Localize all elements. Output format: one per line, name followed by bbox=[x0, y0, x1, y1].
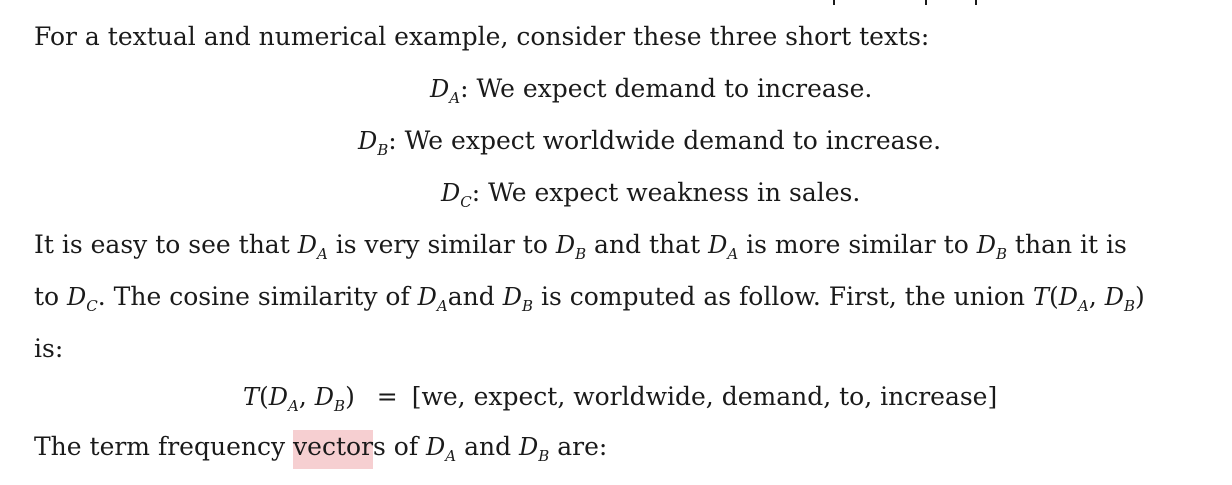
math-d: D bbox=[976, 231, 996, 259]
intro-text: For a textual and numerical example, con… bbox=[34, 22, 930, 51]
para-text: to bbox=[34, 282, 68, 311]
math-sub: A bbox=[288, 397, 299, 415]
para-text: . The cosine similarity of bbox=[97, 282, 418, 311]
para-line-3: is: bbox=[34, 334, 64, 363]
math-sub: B bbox=[538, 447, 550, 465]
math-sub: B bbox=[334, 397, 346, 415]
doc-b-text: : We expect worldwide demand to increase… bbox=[388, 126, 942, 155]
math-sub: B bbox=[521, 297, 533, 315]
math-d: D bbox=[708, 231, 728, 259]
union-equation: T(DA, DB) = [we, expect, worldwide, deman… bbox=[243, 382, 998, 415]
math-d: D bbox=[426, 433, 446, 461]
math-sub: C bbox=[86, 297, 98, 315]
doc-b-subscript: B bbox=[377, 141, 389, 159]
math-sub: B bbox=[1124, 297, 1136, 315]
last-text: The term frequency bbox=[34, 432, 294, 461]
last-text: are: bbox=[549, 432, 608, 461]
para-text: is very similar to bbox=[327, 230, 556, 259]
math-sub: A bbox=[445, 447, 457, 465]
math-d: D bbox=[67, 283, 87, 311]
doc-c: DC: We expect weakness in sales. bbox=[441, 176, 860, 213]
equals-sign: = bbox=[376, 382, 398, 411]
para-text: and bbox=[447, 282, 503, 311]
math-d: D bbox=[297, 231, 317, 259]
para-line-2: to DC. The cosine similarity of DAand DB… bbox=[34, 282, 1145, 315]
para-line-1: It is easy to see that DA is very simila… bbox=[34, 228, 1127, 265]
para-text: and that bbox=[586, 230, 709, 259]
doc-c-text: : We expect weakness in sales. bbox=[471, 178, 861, 207]
math-sub: B bbox=[995, 245, 1007, 263]
math-d: D bbox=[519, 433, 539, 461]
last-text: and bbox=[456, 432, 520, 461]
math-d: D bbox=[268, 383, 289, 411]
math-d: D bbox=[555, 231, 576, 259]
doc-a-symbol: D bbox=[430, 75, 450, 103]
math-sub: A bbox=[1078, 297, 1089, 315]
doc-b: DB: We expect worldwide demand to increa… bbox=[358, 124, 941, 161]
doc-c-symbol: D bbox=[441, 179, 461, 207]
math-sub: A bbox=[316, 245, 328, 263]
math-d: D bbox=[1104, 283, 1125, 311]
doc-a-subscript: A bbox=[449, 89, 461, 107]
union-set: [we, expect, worldwide, demand, to, incr… bbox=[411, 382, 998, 411]
doc-c-subscript: C bbox=[460, 193, 472, 211]
para-text: than it is bbox=[1006, 230, 1127, 259]
doc-b-symbol: D bbox=[358, 127, 378, 155]
highlighted-word: vector bbox=[293, 430, 374, 469]
math-t: T bbox=[1032, 283, 1049, 311]
math-d: D bbox=[417, 283, 437, 311]
math-t: T bbox=[243, 383, 260, 411]
doc-a: DA: We expect demand to increase. bbox=[430, 72, 872, 109]
para-text: is more similar to bbox=[738, 230, 977, 259]
doc-a-text: : We expect demand to increase. bbox=[460, 74, 873, 103]
math-sub: B bbox=[575, 245, 587, 263]
math-d: D bbox=[1058, 283, 1079, 311]
math-d: D bbox=[314, 383, 335, 411]
math-d: D bbox=[502, 283, 522, 311]
last-line: The term frequency vectors of DA and DB … bbox=[34, 430, 608, 469]
math-sub: A bbox=[727, 245, 739, 263]
top-edge-marks bbox=[0, 0, 1232, 6]
para-text: It is easy to see that bbox=[34, 230, 298, 259]
math-sub: A bbox=[436, 297, 448, 315]
last-text: s of bbox=[373, 432, 427, 461]
para-text: is computed as follow. First, the union bbox=[533, 282, 1033, 311]
